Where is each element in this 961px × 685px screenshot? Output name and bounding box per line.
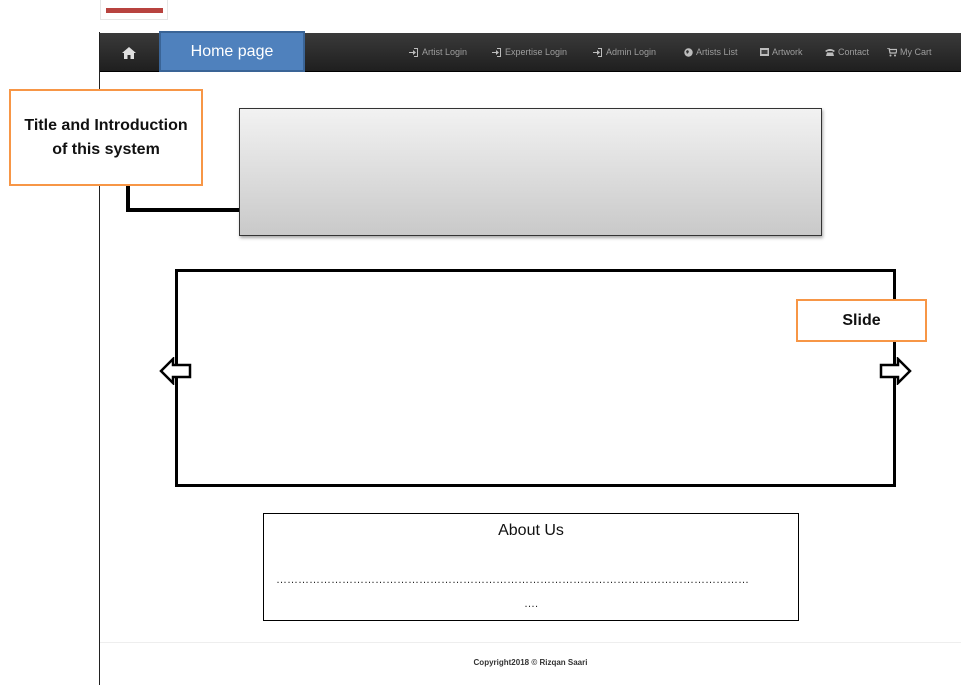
footer-divider [100,642,961,643]
nav-item-label: My Cart [900,47,932,57]
login-icon [409,47,418,57]
login-icon [593,47,602,57]
nav-item-artwork[interactable]: Artwork [760,33,803,71]
title-callout: Title and Introduction of this system [9,89,203,186]
slide-callout: Slide [796,299,927,342]
nav-item-my-cart[interactable]: My Cart [887,33,932,71]
nav-item-artists-list[interactable]: Artists List [684,33,738,71]
nav-item-label: Contact [838,47,870,57]
top-marker [100,0,168,20]
homepage-label: Home page [159,31,305,72]
nav-item-label: Expertise Login [505,47,568,57]
nav-item-label: Artist Login [422,47,468,57]
nav-item-label: Artwork [772,47,803,57]
nav-item-label: Admin Login [606,47,657,57]
about-us-placeholder-line: …. [523,598,539,610]
slide-area [175,269,896,487]
about-us-title: About Us [498,522,564,539]
nav-item-admin-login[interactable]: Admin Login [593,33,656,71]
top-marker-bar [106,8,163,13]
picture-icon [760,48,769,56]
nav-item-expertise-login[interactable]: Expertise Login [492,33,567,71]
login-icon [492,47,501,57]
nav-item-artist-login[interactable]: Artist Login [409,33,467,71]
cart-icon [887,47,897,56]
title-introduction-box [239,108,822,236]
globe-icon [684,47,693,57]
slide-prev-arrow-icon[interactable] [159,357,193,385]
phone-icon [825,49,835,56]
nav-item-contact[interactable]: Contact [825,33,869,71]
about-us-box: About Us …………………………………………………………………………………… [263,513,799,621]
nav-item-label: Artists List [696,47,738,57]
footer-copyright: Copyright2018 © Rizqan Saari [473,658,588,667]
about-us-placeholder-line: …………………………………………………………………………………………………………… [276,574,749,586]
callout-connector-horizontal [126,208,240,212]
slide-next-arrow-icon[interactable] [878,357,912,385]
